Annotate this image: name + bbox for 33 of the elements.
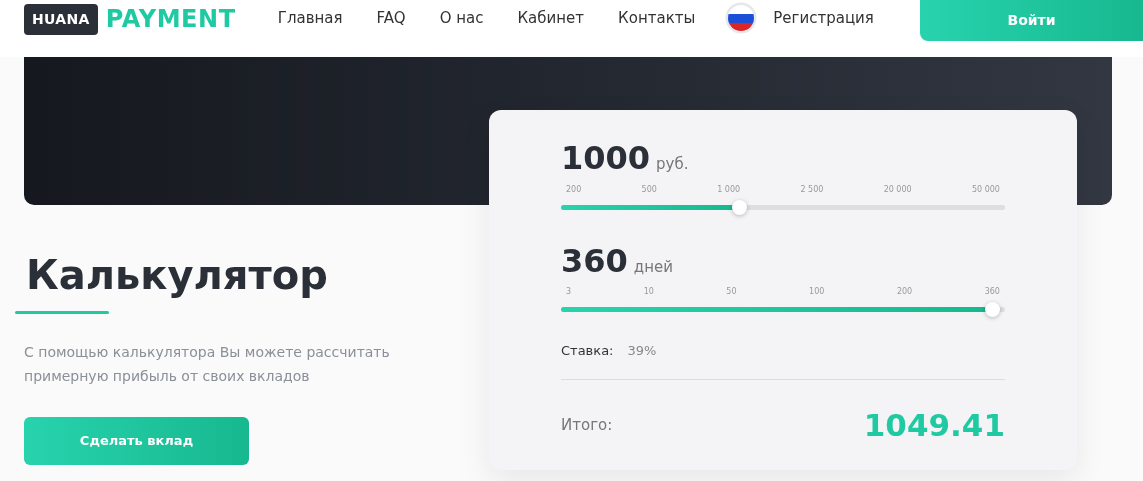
total-value: 1049.41 (863, 405, 1005, 445)
tick-label: 360 (984, 286, 1000, 298)
nav-link[interactable]: Кабинет (517, 6, 585, 30)
tick-label: 20 000 (883, 183, 912, 196)
nav-link[interactable]: FAQ (376, 6, 406, 30)
tick-label: 200 (896, 286, 913, 298)
nav-link[interactable]: Главная (277, 6, 343, 30)
slider-thumb[interactable] (731, 199, 747, 215)
tick-label: 100 (809, 286, 825, 298)
tick-label: 50 (726, 286, 737, 298)
tick-label: 1 000 (717, 183, 741, 196)
logo-badge: HUANA (24, 3, 98, 35)
russian-flag-icon[interactable] (725, 2, 758, 34)
rate-label: Ставка: (561, 342, 614, 360)
slider-thumb[interactable] (984, 302, 1000, 317)
nav-link[interactable]: О нас (439, 6, 484, 30)
tick-label: 200 (566, 183, 582, 196)
register-link[interactable]: Регистрация (773, 6, 874, 30)
nav-link[interactable]: Контакты (618, 6, 696, 30)
tick-label: 2 500 (800, 183, 824, 196)
slider-unit: дней (633, 256, 673, 278)
slider-track[interactable] (561, 204, 1005, 210)
tick-label: 50 000 (971, 183, 1000, 196)
total-label: Итого: (561, 414, 613, 436)
description-text: С помощью калькулятора Вы можете рассчитать примерную прибыль от своих вкладов (24, 343, 391, 386)
rate-value: 39% (627, 342, 657, 360)
slider-value: 360 (561, 244, 628, 277)
slider-value: 1000 (561, 142, 651, 174)
tick-label: 500 (641, 183, 657, 196)
tick-label: 3 (566, 286, 572, 298)
tick-label: 10 (643, 286, 654, 298)
slider-unit: руб. (656, 154, 689, 175)
logo-text: PAYMENT (105, 4, 236, 35)
